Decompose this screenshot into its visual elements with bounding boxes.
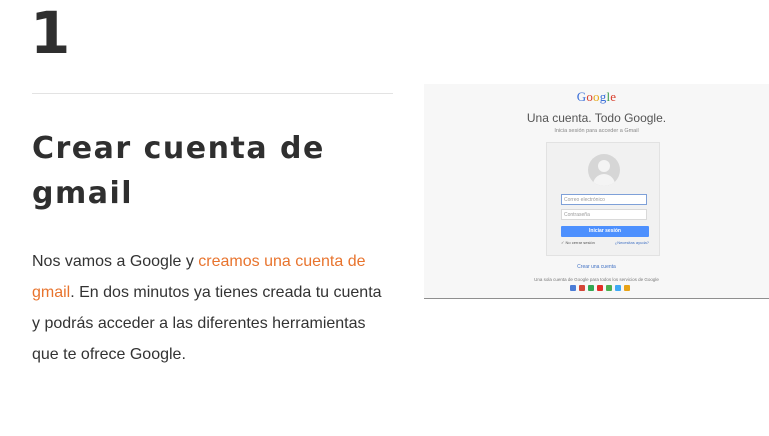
- one-account-text: Una sola cuenta de Google para todos los…: [534, 277, 659, 282]
- gmail-icon: [579, 285, 585, 291]
- google-signup-screenshot: Google Una cuenta. Todo Google. Inicia s…: [424, 84, 769, 299]
- login-button: Iniciar sesión: [561, 226, 649, 237]
- service-icons: [570, 285, 630, 291]
- google-logo: Google: [576, 89, 617, 104]
- maps-icon: [606, 285, 612, 291]
- stay-signed-in-checkbox: ✓ No cerrar sesión: [561, 240, 595, 245]
- drive-icon: [588, 285, 594, 291]
- avatar-icon: [588, 154, 620, 186]
- play-icon: [615, 285, 621, 291]
- description-text-end: . En dos minutos ya tienes creada tu cue…: [32, 284, 382, 363]
- section-description: Nos vamos a Google y creamos una cuenta …: [32, 246, 392, 370]
- email-field: Correo electrónico: [561, 194, 647, 205]
- create-account-link: Crear una cuenta: [577, 264, 616, 270]
- google-icon: [570, 285, 576, 291]
- password-field: Contraseña: [561, 209, 647, 220]
- need-help-link: ¿Necesitas ayuda?: [614, 240, 649, 245]
- section-divider: [32, 93, 393, 94]
- section-title: Crear cuenta de gmail: [32, 131, 325, 211]
- description-text-start: Nos vamos a Google y: [32, 253, 199, 270]
- google-subtitle: Inicia sesión para acceder a Gmail: [554, 128, 639, 134]
- chrome-icon: [624, 285, 630, 291]
- login-card: Correo electrónico Contraseña Iniciar se…: [546, 142, 660, 256]
- step-number: 1: [30, 0, 71, 67]
- youtube-icon: [597, 285, 603, 291]
- google-tagline: Una cuenta. Todo Google.: [526, 111, 667, 125]
